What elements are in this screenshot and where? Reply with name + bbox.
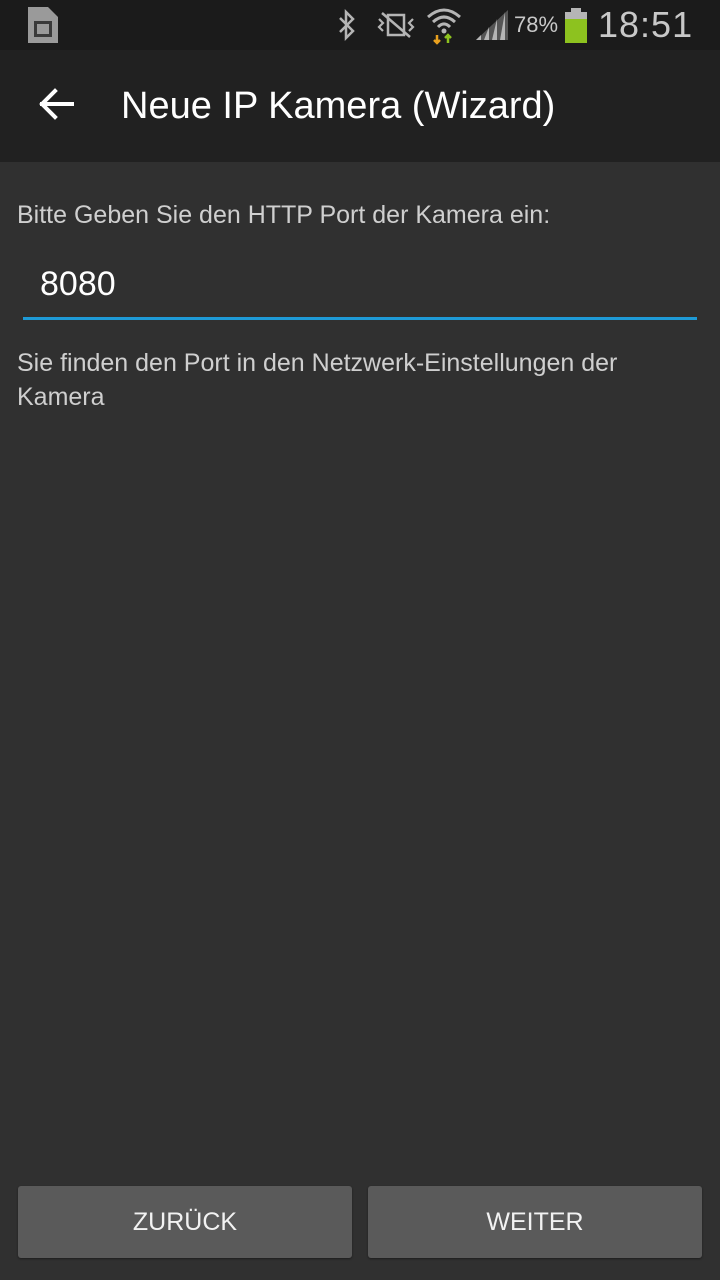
- arrow-back-icon: [37, 87, 75, 126]
- bluetooth-icon: [334, 0, 360, 50]
- port-input[interactable]: [23, 262, 697, 320]
- port-hint-text: Sie finden den Port in den Netzwerk-Eins…: [17, 349, 618, 411]
- sim-card-icon: [24, 0, 62, 50]
- port-prompt-label: Bitte Geben Sie den HTTP Port der Kamera…: [17, 201, 551, 229]
- battery-icon: [563, 0, 589, 50]
- status-bar: 78% 18:51: [0, 0, 720, 50]
- signal-icon: [474, 0, 510, 50]
- back-button[interactable]: [22, 72, 90, 140]
- back-step-button[interactable]: ZURÜCK: [18, 1186, 352, 1258]
- clock: 18:51: [598, 4, 694, 45]
- wifi-icon: [424, 0, 464, 50]
- battery-percent: 78%: [514, 12, 559, 37]
- next-step-button[interactable]: WEITER: [368, 1186, 702, 1258]
- vibrate-icon: [376, 0, 416, 50]
- page-title: Neue IP Kamera (Wizard): [121, 84, 556, 127]
- app-bar: Neue IP Kamera (Wizard): [0, 50, 720, 162]
